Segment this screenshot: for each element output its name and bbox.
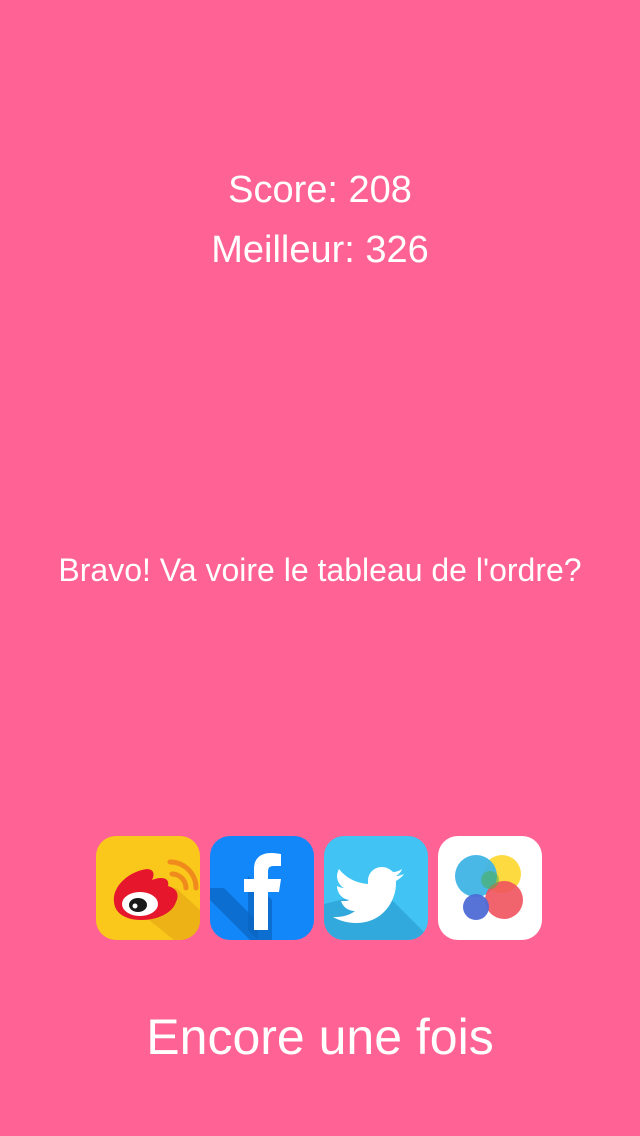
score-label: Score: 208	[228, 169, 412, 211]
weibo-icon	[96, 836, 200, 940]
play-again-button[interactable]: Encore une fois	[120, 1006, 520, 1068]
weibo-share-button[interactable]	[96, 836, 200, 940]
facebook-share-button[interactable]	[210, 836, 314, 940]
facebook-icon	[210, 836, 314, 940]
game-center-button[interactable]	[438, 836, 542, 940]
twitter-icon	[324, 836, 428, 940]
leaderboard-prompt: Bravo! Va voire le tableau de l'ordre?	[58, 552, 582, 588]
game-center-icon	[438, 836, 542, 940]
game-over-screen: Score: 208 Meilleur: 326 Bravo! Va voire…	[0, 0, 640, 1136]
share-buttons	[96, 836, 544, 940]
twitter-share-button[interactable]	[324, 836, 428, 940]
best-score-label: Meilleur: 326	[211, 229, 429, 271]
